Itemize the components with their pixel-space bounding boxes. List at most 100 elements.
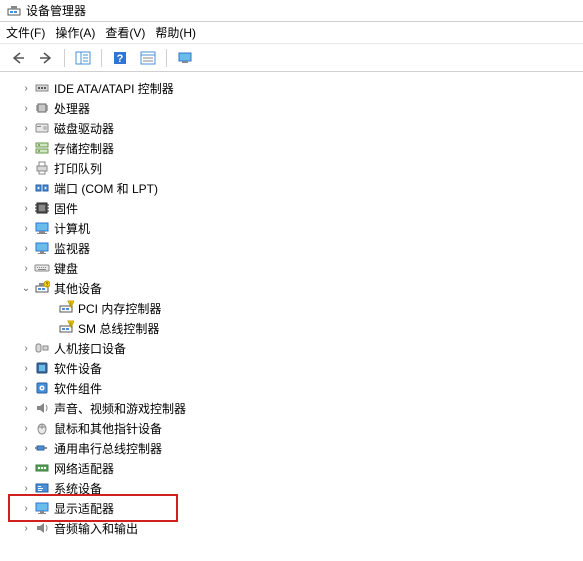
- menu-bar: 文件(F) 操作(A) 查看(V) 帮助(H): [0, 22, 583, 44]
- tree-node-label: SM 总线控制器: [78, 320, 159, 337]
- toolbar-separator: [64, 49, 65, 67]
- expand-arrow-icon[interactable]: ›: [20, 243, 32, 254]
- expand-arrow-icon[interactable]: ›: [20, 383, 32, 394]
- storage-controller-icon: [34, 140, 50, 156]
- tree-node[interactable]: › 显示适配器: [0, 498, 583, 518]
- expand-arrow-icon[interactable]: ›: [20, 163, 32, 174]
- tree-node-label: 存储控制器: [54, 140, 114, 157]
- tree-child-node[interactable]: ! SM 总线控制器: [0, 318, 583, 338]
- properties-button[interactable]: [136, 47, 160, 69]
- scan-hardware-button[interactable]: [173, 47, 197, 69]
- svg-text:?: ?: [46, 283, 49, 289]
- tree-node[interactable]: ⌄? 其他设备: [0, 278, 583, 298]
- expand-arrow-icon[interactable]: ›: [20, 223, 32, 234]
- tree-node-label: 监视器: [54, 240, 90, 257]
- menu-help[interactable]: 帮助(H): [155, 24, 196, 41]
- tree-node[interactable]: › 音频输入和输出: [0, 518, 583, 538]
- tree-node-label: 软件组件: [54, 380, 102, 397]
- tree-node-label: 显示适配器: [54, 500, 114, 517]
- audio-icon: [34, 400, 50, 416]
- svg-text:?: ?: [117, 53, 124, 65]
- monitor-icon: [34, 240, 50, 256]
- port-icon: [34, 180, 50, 196]
- tree-node-label: 通用串行总线控制器: [54, 440, 162, 457]
- ide-controller-icon: [34, 80, 50, 96]
- tree-node-label: PCI 内存控制器: [78, 300, 161, 317]
- expand-arrow-icon[interactable]: ›: [20, 363, 32, 374]
- tree-node[interactable]: ›固件: [0, 198, 583, 218]
- tree-node-label: 网络适配器: [54, 460, 114, 477]
- toolbar-separator: [101, 49, 102, 67]
- printer-icon: [34, 160, 50, 176]
- expand-arrow-icon[interactable]: ›: [20, 103, 32, 114]
- tree-node[interactable]: › 通用串行总线控制器: [0, 438, 583, 458]
- title-bar: 设备管理器: [0, 0, 583, 22]
- forward-button[interactable]: [34, 47, 58, 69]
- disk-drive-icon: [34, 120, 50, 136]
- expand-arrow-icon[interactable]: ›: [20, 183, 32, 194]
- tree-node-label: 音频输入和输出: [54, 520, 138, 537]
- tree-node[interactable]: › 软件组件: [0, 378, 583, 398]
- tree-node-label: 鼠标和其他指针设备: [54, 420, 162, 437]
- unknown-device-icon: !: [58, 300, 74, 316]
- hid-icon: [34, 340, 50, 356]
- expand-arrow-icon[interactable]: ›: [20, 443, 32, 454]
- expand-arrow-icon[interactable]: ›: [20, 83, 32, 94]
- menu-view[interactable]: 查看(V): [105, 24, 145, 41]
- expand-arrow-icon[interactable]: ›: [20, 143, 32, 154]
- expand-arrow-icon[interactable]: ›: [20, 343, 32, 354]
- tree-node-label: 打印队列: [54, 160, 102, 177]
- show-hide-console-tree-button[interactable]: [71, 47, 95, 69]
- expand-arrow-icon[interactable]: ›: [20, 403, 32, 414]
- menu-file[interactable]: 文件(F): [6, 24, 45, 41]
- tree-node-label: IDE ATA/ATAPI 控制器: [54, 80, 174, 97]
- unknown-device-icon: !: [58, 320, 74, 336]
- computer-icon: [34, 220, 50, 236]
- expand-arrow-icon[interactable]: ›: [20, 203, 32, 214]
- tree-node[interactable]: ›计算机: [0, 218, 583, 238]
- display-adapter-icon: [34, 500, 50, 516]
- expand-arrow-icon[interactable]: ›: [20, 263, 32, 274]
- tree-node-label: 端口 (COM 和 LPT): [54, 180, 158, 197]
- tree-node[interactable]: › 网络适配器: [0, 458, 583, 478]
- tree-node-label: 人机接口设备: [54, 340, 126, 357]
- help-button[interactable]: ?: [108, 47, 132, 69]
- speaker-icon: [34, 520, 50, 536]
- other-devices-icon: ?: [34, 280, 50, 296]
- tree-node[interactable]: › 人机接口设备: [0, 338, 583, 358]
- tree-node[interactable]: ›系统设备: [0, 478, 583, 498]
- tree-node[interactable]: › 监视器: [0, 238, 583, 258]
- tree-node[interactable]: › IDE ATA/ATAPI 控制器: [0, 78, 583, 98]
- menu-action[interactable]: 操作(A): [55, 24, 95, 41]
- expand-arrow-icon[interactable]: ›: [20, 523, 32, 534]
- tree-node[interactable]: › 存储控制器: [0, 138, 583, 158]
- usb-icon: [34, 440, 50, 456]
- expand-arrow-icon[interactable]: ›: [20, 503, 32, 514]
- expand-arrow-icon[interactable]: ›: [20, 483, 32, 494]
- tree-node-label: 键盘: [54, 260, 78, 277]
- tree-node-label: 磁盘驱动器: [54, 120, 114, 137]
- tree-node[interactable]: › 打印队列: [0, 158, 583, 178]
- expand-arrow-icon[interactable]: ›: [20, 123, 32, 134]
- device-tree[interactable]: ›IDE ATA/ATAPI 控制器›处理器›磁盘驱动器›存储控制器›打印队列›…: [0, 72, 583, 544]
- tree-node-label: 处理器: [54, 100, 90, 117]
- tree-node[interactable]: ›软件设备: [0, 358, 583, 378]
- software-device-icon: [34, 360, 50, 376]
- tree-node[interactable]: › 处理器: [0, 98, 583, 118]
- tree-node-label: 其他设备: [54, 280, 102, 297]
- tree-node-label: 声音、视频和游戏控制器: [54, 400, 186, 417]
- network-icon: [34, 460, 50, 476]
- tree-node[interactable]: › 鼠标和其他指针设备: [0, 418, 583, 438]
- tree-node[interactable]: › 端口 (COM 和 LPT): [0, 178, 583, 198]
- svg-text:!: !: [70, 302, 71, 308]
- tree-node[interactable]: › 键盘: [0, 258, 583, 278]
- tree-node[interactable]: › 磁盘驱动器: [0, 118, 583, 138]
- keyboard-icon: [34, 260, 50, 276]
- tree-child-node[interactable]: ! PCI 内存控制器: [0, 298, 583, 318]
- svg-text:!: !: [70, 322, 71, 328]
- back-button[interactable]: [6, 47, 30, 69]
- expand-arrow-icon[interactable]: ›: [20, 463, 32, 474]
- tree-node[interactable]: › 声音、视频和游戏控制器: [0, 398, 583, 418]
- expand-arrow-icon[interactable]: ›: [20, 423, 32, 434]
- collapse-arrow-icon[interactable]: ⌄: [20, 283, 32, 294]
